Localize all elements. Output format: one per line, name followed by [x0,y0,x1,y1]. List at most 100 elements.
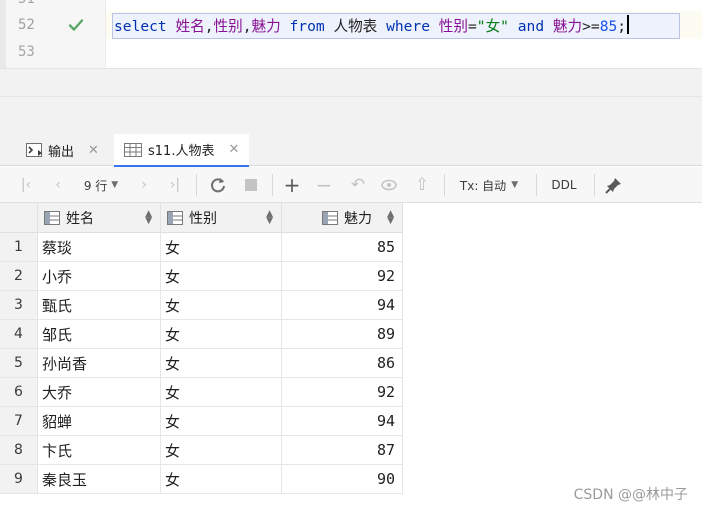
cond-col-2: 魅力 [552,18,583,35]
comma: , [242,18,252,35]
cond-string: "女" [476,18,509,35]
cell-sex[interactable]: 女 [161,291,282,320]
transaction-mode-dropdown[interactable]: Tx: 自动 ▼ [452,173,526,197]
ddl-button[interactable]: DDL [546,173,582,197]
chevron-down-icon: ▼ [111,180,119,190]
line-number-52: 52 [18,17,35,33]
sort-icon[interactable]: ▲ ▼ [387,210,394,226]
cell-sex[interactable]: 女 [161,407,282,436]
row-number[interactable]: 2 [0,262,38,291]
tab-output[interactable]: 输出 ✕ [16,134,109,166]
row-count-label: 9 行 [83,178,108,193]
table-grid-icon [124,142,142,157]
previous-page-icon[interactable]: ‹ [48,173,68,197]
cond-number: 85 [599,18,618,35]
sort-icon[interactable]: ▲ ▼ [145,210,152,226]
execution-success-check-icon [68,19,84,31]
eq-op: = [468,18,477,35]
cell-charm[interactable]: 94 [282,407,403,436]
add-row-icon[interactable]: + [280,173,304,197]
cell-name[interactable]: 秦良玉 [38,465,161,494]
close-tab-output-icon[interactable]: ✕ [88,143,99,158]
col-charm: 魅力 [251,18,281,35]
column-icon [167,210,183,225]
sql-editor[interactable]: 51 52 53 select 姓名,性别,魅力 from 人物表 where … [0,0,702,68]
results-tab-bar: 输出 ✕ s11.人物表 ✕ [0,134,702,167]
stop-icon[interactable] [240,173,262,197]
cell-charm[interactable]: 86 [282,349,403,378]
cell-name[interactable]: 卞氏 [38,436,161,465]
table-name: 人物表 [333,18,378,35]
cell-name[interactable]: 蔡琰 [38,233,161,262]
kw-select: select [114,18,167,35]
row-number[interactable]: 8 [0,436,38,465]
splitter-divider [0,96,702,97]
row-number-header [0,203,38,233]
cell-sex[interactable]: 女 [161,320,282,349]
next-page-icon[interactable]: › [134,173,154,197]
row-number[interactable]: 7 [0,407,38,436]
sql-statement[interactable]: select 姓名,性别,魅力 from 人物表 where 性别="女" an… [114,15,630,37]
row-number[interactable]: 9 [0,465,38,494]
column-header-name[interactable]: 姓名 ▲ ▼ [38,203,161,233]
revert-icon[interactable]: ↶ [346,173,370,197]
tab-results-table[interactable]: s11.人物表 ✕ [114,134,250,167]
gutter-stripe [0,0,6,68]
ddl-label: DDL [551,178,577,192]
row-number[interactable]: 6 [0,378,38,407]
cell-name[interactable]: 邹氏 [38,320,161,349]
cell-sex[interactable]: 女 [161,349,282,378]
panel-splitter[interactable] [0,68,702,134]
toolbar-separator [536,174,537,196]
cell-sex[interactable]: 女 [161,436,282,465]
cond-col: 性别 [438,18,468,35]
tab-results-label: s11.人物表 [148,144,215,159]
first-page-icon[interactable]: |‹ [16,173,36,197]
results-toolbar: |‹ ‹ 9 行 ▼ › ›| + − ↶ ⇧ Tx: 自动 ▼ DDL [0,167,702,203]
cell-name[interactable]: 大乔 [38,378,161,407]
column-header-charm-label: 魅力 [344,210,372,227]
delete-row-icon[interactable]: − [312,173,336,197]
cell-name[interactable]: 小乔 [38,262,161,291]
pin-tab-icon[interactable] [602,173,626,197]
cell-charm[interactable]: 94 [282,291,403,320]
row-count-dropdown[interactable]: 9 行 ▼ [76,173,126,197]
tab-output-label: 输出 [48,144,75,160]
row-number[interactable]: 4 [0,320,38,349]
cell-name[interactable]: 貂蝉 [38,407,161,436]
comma: , [204,18,214,35]
toolbar-separator [272,174,273,196]
cell-name[interactable]: 甄氏 [38,291,161,320]
preview-changes-icon[interactable] [378,173,402,197]
close-tab-results-icon[interactable]: ✕ [228,142,239,157]
submit-changes-icon[interactable]: ⇧ [410,173,434,197]
cell-sex[interactable]: 女 [161,465,282,494]
sort-icon[interactable]: ▲ ▼ [266,210,273,226]
line-number-51: 51 [18,0,35,7]
last-page-icon[interactable]: ›| [164,173,186,197]
cell-charm[interactable]: 92 [282,378,403,407]
cell-charm[interactable]: 87 [282,436,403,465]
cell-sex[interactable]: 女 [161,378,282,407]
row-number[interactable]: 1 [0,233,38,262]
cell-name[interactable]: 孙尚香 [38,349,161,378]
cell-sex[interactable]: 女 [161,262,282,291]
row-number[interactable]: 3 [0,291,38,320]
chevron-down-icon: ▼ [511,180,519,190]
refresh-icon[interactable] [206,173,230,197]
row-number[interactable]: 5 [0,349,38,378]
col-sex: 性别 [213,18,243,35]
kw-where: where [386,18,430,35]
console-output-icon [26,143,42,157]
column-header-charm[interactable]: 魅力 ▲ ▼ [282,203,403,233]
cell-charm[interactable]: 89 [282,320,403,349]
cell-sex[interactable]: 女 [161,233,282,262]
cell-charm[interactable]: 90 [282,465,403,494]
line-number-53: 53 [18,44,35,60]
semicolon: ; [617,18,627,35]
column-header-sex[interactable]: 性别 ▲ ▼ [161,203,282,233]
cell-charm[interactable]: 85 [282,233,403,262]
kw-and: and [517,18,545,35]
toolbar-separator [196,174,197,196]
cell-charm[interactable]: 92 [282,262,403,291]
